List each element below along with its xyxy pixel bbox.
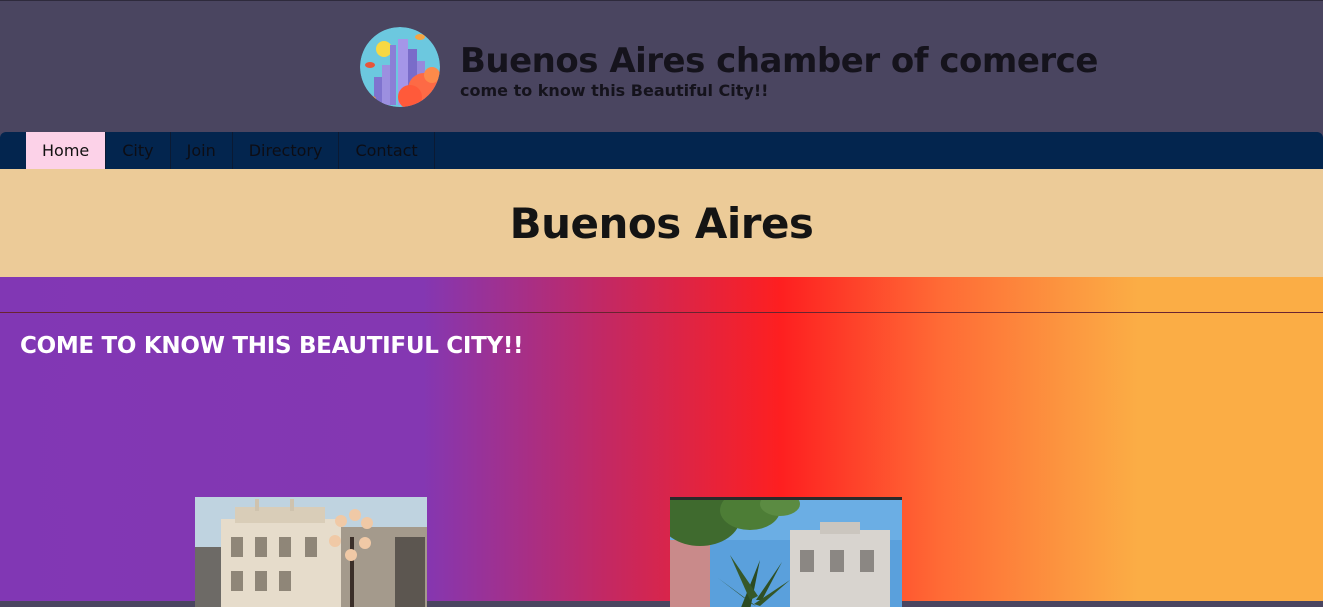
main-content: COME TO KNOW THIS BEAUTIFUL CITY!! [0, 277, 1323, 607]
nav-item-city[interactable]: City [106, 132, 171, 169]
hero-banner: Buenos Aires [0, 169, 1323, 277]
city-skyline-logo-icon[interactable] [360, 27, 440, 107]
hero-title: Buenos Aires [509, 199, 814, 248]
section-heading: COME TO KNOW THIS BEAUTIFUL CITY!! [20, 333, 524, 359]
nav-item-home[interactable]: Home [26, 132, 107, 169]
nav-item-join[interactable]: Join [171, 132, 233, 169]
divider [0, 312, 1323, 313]
nav-item-contact[interactable]: Contact [339, 132, 435, 169]
building-tree-photo [670, 497, 902, 607]
building-streetlamp-photo [195, 497, 427, 607]
site-header: Buenos Aires chamber of comerce come to … [0, 0, 1323, 132]
site-title: Buenos Aires chamber of comerce [460, 41, 1098, 81]
nav-item-directory[interactable]: Directory [233, 132, 340, 169]
site-tagline: come to know this Beautiful City!! [460, 81, 769, 100]
main-nav: Home City Join Directory Contact [0, 132, 1323, 169]
nav-list: Home City Join Directory Contact [26, 132, 435, 169]
